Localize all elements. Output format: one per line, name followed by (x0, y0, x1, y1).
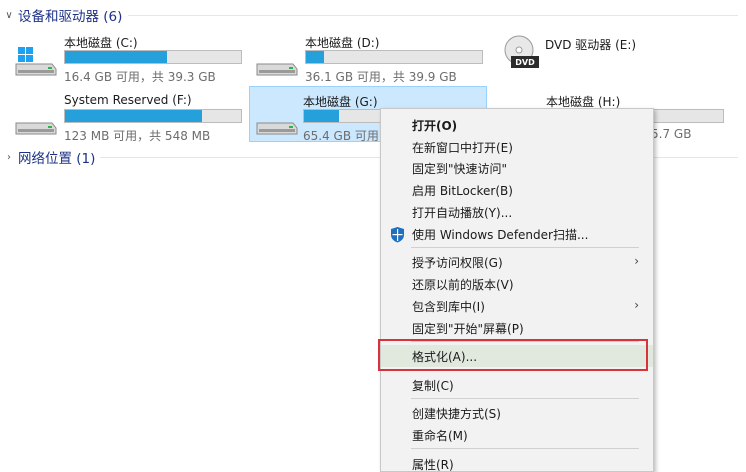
hard-drive-icon (15, 122, 57, 135)
group-header-devices[interactable]: ∨ 设备和驱动器 (6) (0, 4, 746, 26)
menu-item-label: 打开(O) (412, 118, 458, 133)
menu-item-label: 启用 BitLocker(B) (412, 183, 513, 198)
windows-defender-shield-icon (391, 227, 404, 243)
drive-g-name: 本地磁盘 (G:) (303, 95, 378, 109)
menu-item-label: 重命名(M) (412, 428, 468, 443)
menu-item-include-library[interactable]: 包含到库中(I) › (381, 295, 653, 317)
group-title-network: 网络位置 (1) (18, 151, 96, 167)
hard-drive-icon (256, 63, 298, 76)
menu-item-label: 使用 Windows Defender扫描... (412, 227, 589, 242)
menu-item-pin-start[interactable]: 固定到"开始"屏幕(P) (381, 317, 653, 339)
menu-item-label: 还原以前的版本(V) (412, 277, 514, 292)
drive-d-free-space: 36.1 GB 可用，共 39.9 GB (305, 70, 457, 84)
chevron-right-icon[interactable]: › (2, 150, 16, 164)
context-menu: 打开(O) 在新窗口中打开(E) 固定到"快速访问" 启用 BitLocker(… (380, 108, 654, 472)
drive-e[interactable]: DVD DVD 驱动器 (E:) (497, 28, 735, 84)
drive-f-usage-fill (65, 110, 203, 122)
drive-c[interactable]: 本地磁盘 (C:) 16.4 GB 可用，共 39.3 GB (2, 28, 242, 84)
drive-f-free-space: 123 MB 可用，共 548 MB (64, 129, 211, 143)
drive-f-name: System Reserved (F:) (64, 93, 192, 107)
chevron-down-icon[interactable]: ∨ (2, 8, 16, 22)
hard-drive-icon (256, 122, 298, 135)
menu-item-open-new-window[interactable]: 在新窗口中打开(E) (381, 136, 653, 158)
menu-item-label: 复制(C) (412, 378, 454, 393)
menu-item-properties[interactable]: 属性(R) (381, 453, 653, 472)
windows-drive-icon (15, 47, 57, 76)
chevron-right-icon: › (634, 298, 639, 312)
menu-separator (411, 448, 639, 449)
drive-e-name: DVD 驱动器 (E:) (545, 38, 637, 52)
drive-c-free-space: 16.4 GB 可用，共 39.3 GB (64, 70, 216, 84)
drive-g-usage-fill (304, 110, 340, 122)
menu-item-label: 固定到"快速访问" (412, 161, 508, 176)
menu-item-open[interactable]: 打开(O) (381, 114, 653, 136)
menu-separator (411, 398, 639, 399)
menu-item-restore-versions[interactable]: 还原以前的版本(V) (381, 273, 653, 295)
drive-f[interactable]: System Reserved (F:) 123 MB 可用，共 548 MB (2, 87, 242, 143)
drive-d-usage-bar (305, 50, 483, 64)
drive-g-free-space: 65.4 GB 可用 (303, 129, 379, 143)
drive-h-free-space-partial: 5.7 GB (651, 127, 692, 141)
menu-item-label: 打开自动播放(Y)... (412, 205, 513, 220)
menu-item-label: 授予访问权限(G) (412, 255, 503, 270)
menu-item-label: 固定到"开始"屏幕(P) (412, 321, 524, 336)
menu-separator (411, 369, 639, 370)
menu-item-label: 属性(R) (412, 457, 454, 472)
menu-item-open-autoplay[interactable]: 打开自动播放(Y)... (381, 201, 653, 223)
chevron-right-icon: › (634, 254, 639, 268)
drive-c-name: 本地磁盘 (C:) (64, 36, 138, 50)
menu-item-label: 在新窗口中打开(E) (412, 140, 513, 155)
menu-item-create-shortcut[interactable]: 创建快捷方式(S) (381, 402, 653, 424)
menu-item-label: 创建快捷方式(S) (412, 406, 501, 421)
menu-separator (411, 341, 639, 342)
menu-item-format[interactable]: 格式化(A)... (381, 345, 653, 367)
menu-separator (411, 247, 639, 248)
drive-d-name: 本地磁盘 (D:) (305, 36, 380, 50)
group-title-devices: 设备和驱动器 (6) (18, 9, 123, 25)
menu-item-pin-quick-access[interactable]: 固定到"快速访问" (381, 157, 653, 179)
drive-d[interactable]: 本地磁盘 (D:) 36.1 GB 可用，共 39.9 GB (243, 28, 483, 84)
drive-c-usage-fill (65, 51, 168, 63)
drive-c-usage-bar (64, 50, 242, 64)
menu-item-defender-scan[interactable]: 使用 Windows Defender扫描... (381, 223, 653, 245)
menu-item-label: 格式化(A)... (412, 349, 478, 364)
group-divider (128, 15, 738, 16)
dvd-badge: DVD (515, 58, 535, 67)
menu-item-enable-bitlocker[interactable]: 启用 BitLocker(B) (381, 179, 653, 201)
drive-d-usage-fill (306, 51, 324, 63)
dvd-drive-icon: DVD (504, 35, 539, 68)
drive-f-usage-bar (64, 109, 242, 123)
menu-item-label: 包含到库中(I) (412, 299, 485, 314)
menu-item-rename[interactable]: 重命名(M) (381, 424, 653, 446)
menu-item-copy[interactable]: 复制(C) (381, 374, 653, 396)
menu-item-give-access[interactable]: 授予访问权限(G) › (381, 251, 653, 273)
